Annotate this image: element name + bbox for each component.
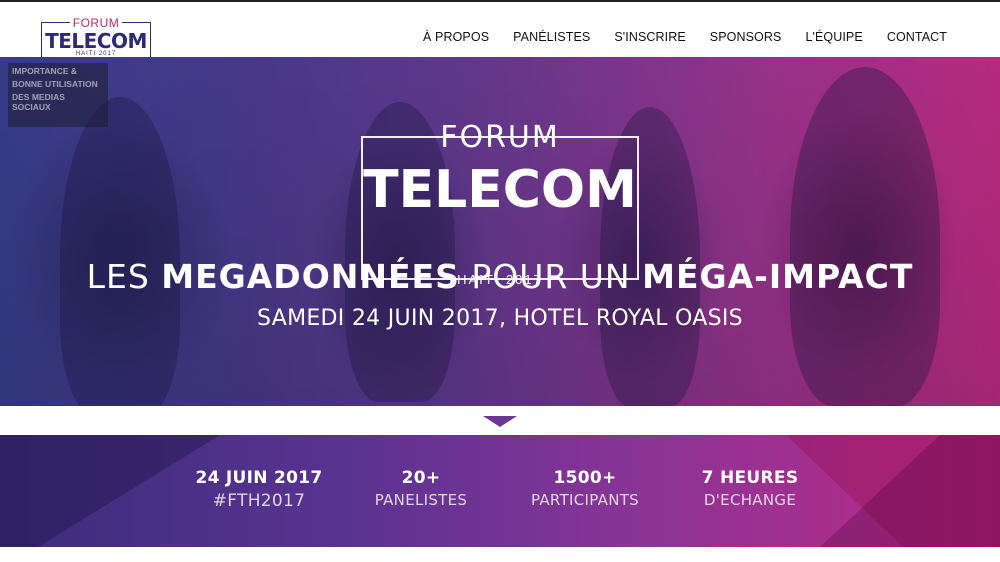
stat-panelists: 20+ PANELISTES xyxy=(360,468,482,509)
title-part: LES xyxy=(86,257,162,296)
nav-a-propos[interactable]: À PROPOS xyxy=(423,30,489,44)
stat-label: PANELISTES xyxy=(374,491,468,509)
divider-strip xyxy=(0,406,1000,435)
nav-lequipe[interactable]: L'ÉQUIPE xyxy=(805,30,862,44)
stat-label: PARTICIPANTS xyxy=(530,491,639,509)
nav-panelistes[interactable]: PANÉLISTES xyxy=(513,30,590,44)
title-part: MÉGA-IMPACT xyxy=(642,257,914,296)
sign-line: IMPORTANCE & xyxy=(12,66,78,76)
stat-date: 24 JUIN 2017 #FTH2017 xyxy=(186,468,332,511)
stats-band: 24 JUIN 2017 #FTH2017 20+ PANELISTES 150… xyxy=(0,435,1000,547)
hero-logo-telecom: TELECOM xyxy=(363,160,637,220)
stat-value: 7 HEURES xyxy=(701,468,799,488)
nav-sinscrire[interactable]: S'INSCRIRE xyxy=(614,30,685,44)
stat-participants: 1500+ PARTICIPANTS xyxy=(520,468,650,509)
title-part: POUR UN xyxy=(459,257,643,296)
stat-label: #FTH2017 xyxy=(212,491,306,511)
hero-title: LES MEGADONNÉES POUR UN MÉGA-IMPACT xyxy=(0,257,1000,296)
title-part: MEGADONNÉES xyxy=(161,257,460,296)
sign-line: DES MEDIAS SOCIAUX xyxy=(12,92,65,112)
hero-section: IMPORTANCE & BONNE UTILISATION DES MEDIA… xyxy=(0,57,1000,406)
stat-label: D'ECHANGE xyxy=(703,491,797,509)
sign-line: BONNE UTILISATION xyxy=(12,79,98,89)
logo-forum-text: FORUM xyxy=(69,16,123,30)
stat-hours: 7 HEURES D'ECHANGE xyxy=(690,468,810,509)
hero-logo-forum: FORUM xyxy=(440,120,560,155)
panelist-silhouette xyxy=(60,97,180,406)
stat-value: 24 JUIN 2017 xyxy=(195,468,323,488)
hero-logo: FORUM TELECOM HAITI 2017 xyxy=(361,120,639,287)
stat-value: 1500+ xyxy=(553,468,617,488)
background-sign: IMPORTANCE & BONNE UTILISATION DES MEDIA… xyxy=(8,63,108,127)
logo-telecom-text: TELECOM xyxy=(45,29,147,53)
site-logo[interactable]: FORUM TELECOM HAITI 2017 xyxy=(41,16,151,58)
nav-contact[interactable]: CONTACT xyxy=(887,30,947,44)
main-nav: À PROPOS PANÉLISTES S'INSCRIRE SPONSORS … xyxy=(399,30,947,44)
site-header: FORUM TELECOM HAITI 2017 À PROPOS PANÉLI… xyxy=(0,2,1000,58)
panelist-silhouette xyxy=(790,67,940,406)
stat-value: 20+ xyxy=(401,468,441,488)
scroll-down-arrow-icon[interactable] xyxy=(483,416,517,427)
hero-subtitle: SAMEDI 24 JUIN 2017, HOTEL ROYAL OASIS xyxy=(257,306,743,331)
nav-sponsors[interactable]: SPONSORS xyxy=(710,30,782,44)
page-bottom xyxy=(0,547,1000,562)
